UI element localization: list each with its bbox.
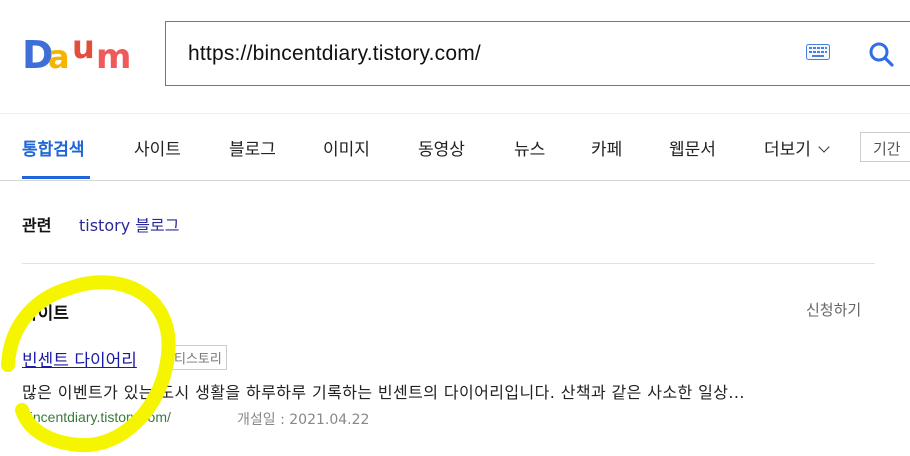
period-filter[interactable]: 기간 (860, 132, 910, 162)
result-title-link[interactable]: 빈센트 다이어리 (22, 346, 137, 371)
daum-logo-icon: D a u m (22, 28, 131, 77)
search-box: https://bincentdiary.tistory.com/ (165, 21, 910, 86)
tistory-badge: 티스토리 (169, 345, 227, 370)
tab-more[interactable]: 더보기 (764, 135, 830, 160)
tab-news[interactable]: 뉴스 (514, 135, 545, 160)
tab-video[interactable]: 동영상 (418, 135, 465, 160)
chevron-down-icon (818, 141, 830, 153)
apply-link[interactable]: 신청하기 (806, 299, 861, 320)
search-icon[interactable] (868, 41, 894, 67)
svg-text:u: u (72, 30, 95, 66)
keyboard-icon[interactable] (806, 44, 830, 60)
tab-more-label: 더보기 (764, 140, 811, 160)
tab-blog[interactable]: 블로그 (229, 135, 276, 160)
tab-integrated-search[interactable]: 통합검색 (22, 135, 85, 160)
tab-cafe[interactable]: 카페 (591, 135, 622, 160)
search-input[interactable]: https://bincentdiary.tistory.com/ (188, 42, 481, 66)
tab-web-documents[interactable]: 웹문서 (669, 135, 716, 160)
tab-site[interactable]: 사이트 (134, 135, 181, 160)
result-opened-date: 개설일 : 2021.04.22 (237, 412, 370, 428)
active-tab-indicator (22, 176, 90, 179)
site-section-heading: 사이트 (22, 304, 69, 324)
tab-image[interactable]: 이미지 (323, 135, 370, 160)
related-label: 관련 (22, 216, 52, 235)
result-url[interactable]: bincentdiary.tistory.com/ (22, 409, 171, 425)
svg-text:m: m (96, 37, 131, 74)
related-link-tistory-blog[interactable]: tistory 블로그 (79, 212, 179, 236)
search-tabs: 통합검색 사이트 블로그 이미지 동영상 뉴스 카페 웹문서 더보기 기간 (0, 113, 910, 181)
daum-logo[interactable]: D a u m (22, 28, 142, 77)
related-searches: 관련 tistory 블로그 (22, 212, 179, 236)
result-description: 많은 이벤트가 있는 도시 생활을 하루하루 기록하는 빈센트의 다이어리입니다… (22, 383, 745, 402)
section-divider (22, 263, 875, 264)
svg-text:a: a (48, 38, 70, 74)
